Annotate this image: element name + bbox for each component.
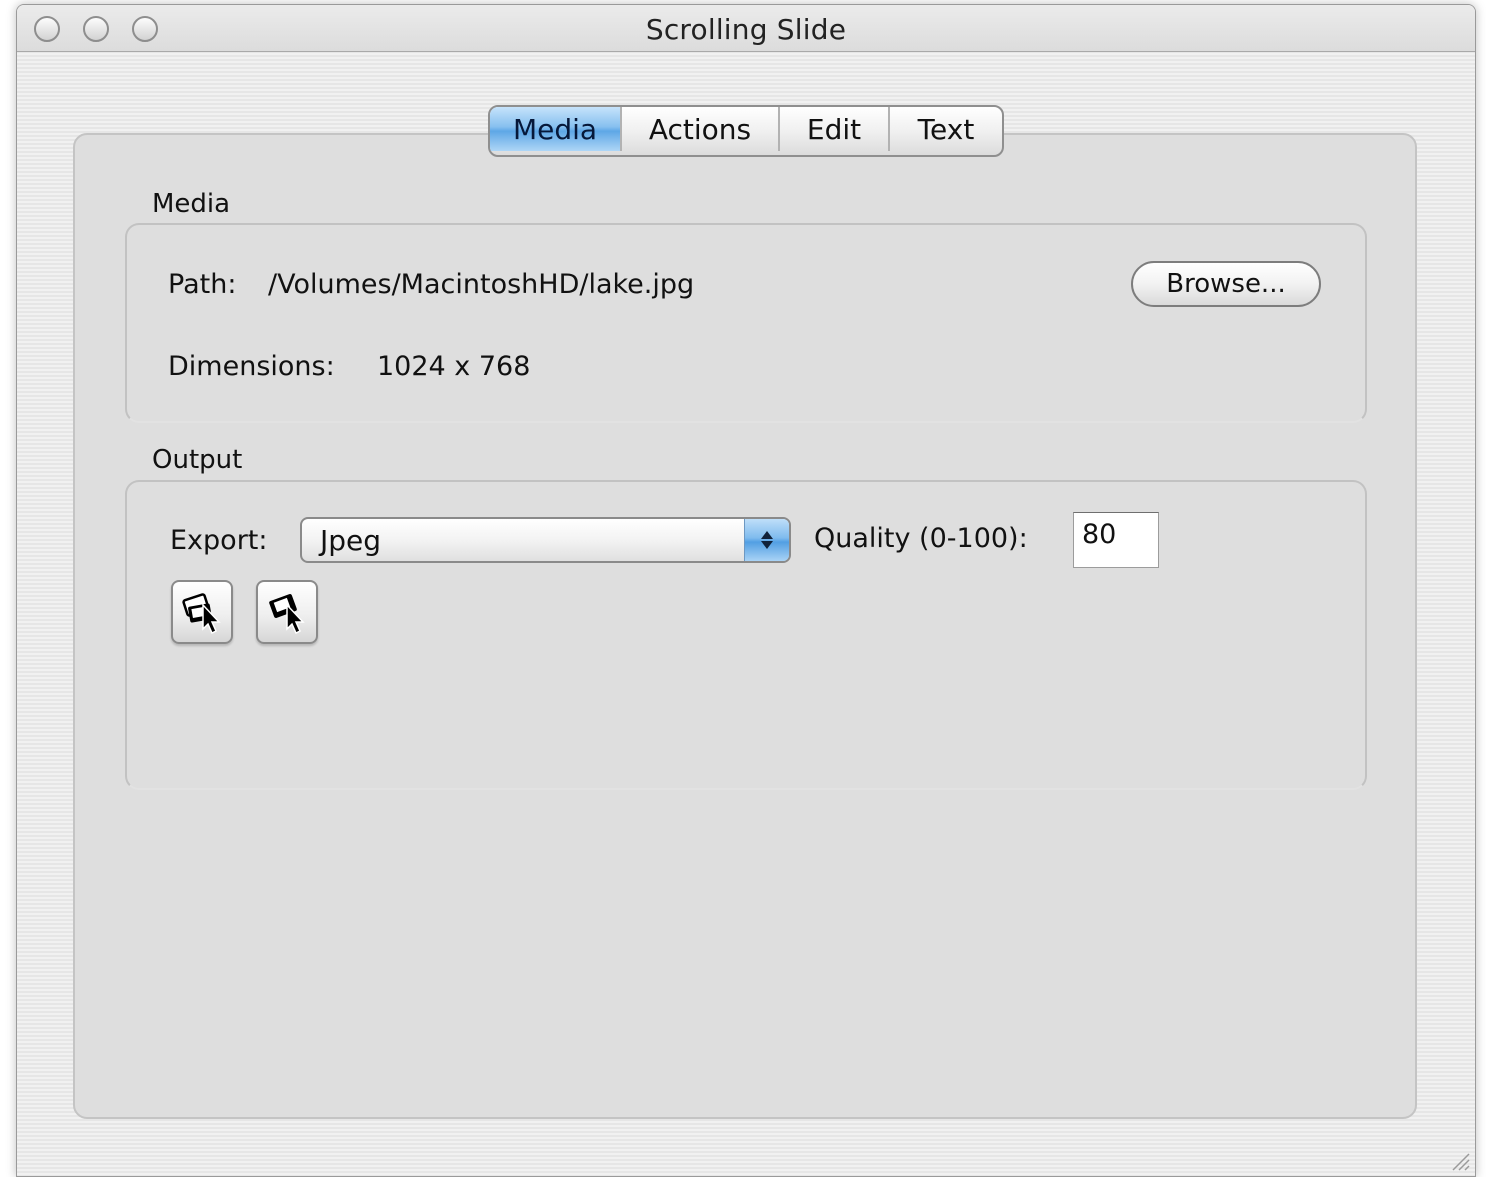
select-pointer-icon [182, 593, 221, 635]
tab-actions[interactable]: Actions [622, 107, 780, 151]
tab-edit[interactable]: Edit [780, 107, 890, 151]
select-pointer-button[interactable] [171, 580, 233, 644]
media-group-title: Media [152, 189, 231, 219]
tab-text[interactable]: Text [890, 107, 1002, 151]
path-value: /Volumes/MacintoshHD/lake.jpg [268, 269, 695, 300]
select-arrows-icon [744, 519, 789, 561]
drag-pointer-button[interactable] [256, 580, 318, 644]
dimensions-label: Dimensions: [168, 351, 335, 382]
resize-grip-icon[interactable] [1449, 1150, 1471, 1172]
browse-button[interactable]: Browse... [1131, 261, 1321, 307]
output-group-title: Output [152, 445, 243, 475]
export-format-select[interactable]: Jpeg [300, 517, 791, 563]
dimensions-value: 1024 x 768 [377, 351, 531, 382]
drag-pointer-icon [269, 594, 305, 635]
window-title: Scrolling Slide [645, 13, 847, 46]
title-bar[interactable]: Scrolling Slide [17, 5, 1475, 52]
media-group-box [125, 223, 1367, 423]
export-format-value: Jpeg [320, 524, 382, 557]
tab-media[interactable]: Media [490, 107, 622, 151]
quality-label: Quality (0-100): [814, 523, 1028, 554]
quality-input[interactable]: 80 [1073, 512, 1159, 568]
app-window: Scrolling Slide Media Actions Edit Text … [16, 4, 1476, 1177]
export-label: Export: [170, 525, 268, 556]
tab-bar: Media Actions Edit Text [488, 105, 1004, 157]
path-label: Path: [168, 269, 237, 300]
